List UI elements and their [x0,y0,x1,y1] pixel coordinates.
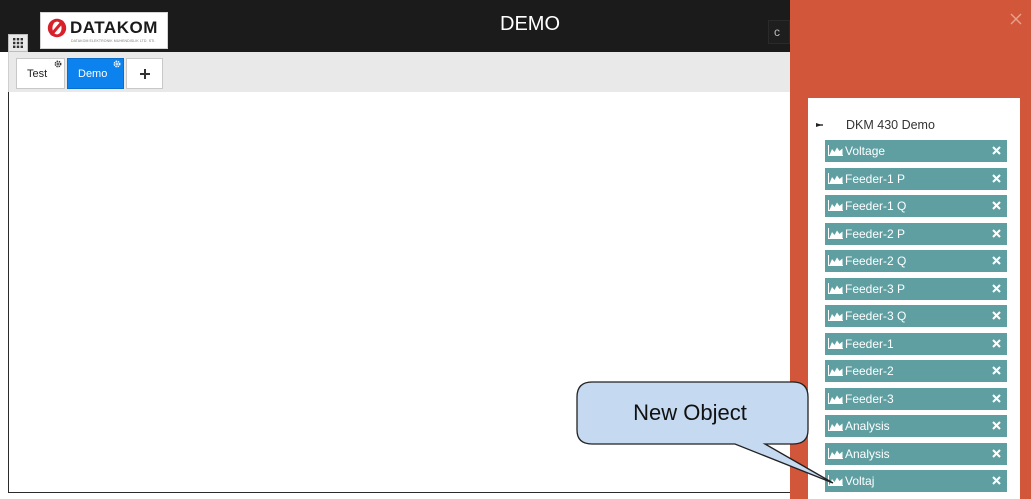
object-item[interactable]: Feeder-3 Q [825,305,1007,327]
chart-area-icon [828,227,843,239]
remove-icon[interactable] [992,421,1001,430]
object-item[interactable]: Feeder-3 P [825,277,1007,300]
chart-area-icon [828,392,843,404]
chart-area-icon [828,447,843,459]
object-item[interactable]: Feeder-1 P [825,167,1007,190]
object-side-panel: DKM 430 Demo Voltage Feeder-1 P Feeder-1… [790,0,1031,499]
logo-tagline: DATAKOM ELEKTRONIK MUHENDISLIK LTD. STI. [71,39,156,43]
chart-area-icon [828,255,843,266]
object-item[interactable]: Feeder-2 Q [825,250,1007,272]
callout-text: New Object [633,400,747,425]
close-icon[interactable] [1009,12,1023,26]
chart-area-icon [828,282,843,294]
remove-icon[interactable] [992,311,1001,320]
chart-area-icon [828,310,843,321]
object-item-label: Feeder-1 Q [845,199,907,213]
object-list-container: DKM 430 Demo Voltage Feeder-1 P Feeder-1… [808,98,1020,499]
search-input[interactable]: c [768,20,790,44]
chart-area-icon [828,145,843,156]
object-item-label: Feeder-2 P [845,226,906,241]
gear-icon[interactable] [54,60,62,68]
chart-area-icon [828,420,843,431]
add-tab-button[interactable] [126,58,163,89]
chart-area-icon [828,200,843,211]
logo-wordmark: DATAKOM [70,18,158,37]
object-item-label: Feeder-2 Q [845,254,907,268]
remove-icon[interactable] [992,283,1001,293]
object-item-label: Feeder-3 Q [845,309,907,323]
object-item[interactable]: Feeder-3 [825,387,1007,410]
object-item[interactable]: Feeder-2 P [825,222,1007,245]
object-item-label: Analysis [845,419,890,433]
remove-icon[interactable] [992,393,1001,403]
object-item-label: Feeder-1 P [845,171,906,186]
remove-icon[interactable] [992,256,1001,265]
datakom-logo[interactable]: DATAKOM DATAKOM ELEKTRONIK MUHENDISLIK L… [40,12,168,49]
object-item[interactable]: Feeder-2 [825,360,1007,382]
tab-demo[interactable]: Demo [67,58,124,89]
object-item-label: Feeder-2 [845,364,894,378]
object-list: Voltage Feeder-1 P Feeder-1 Q Feeder-2 P [825,140,1007,498]
chart-area-icon [828,365,843,376]
object-item-label: Analysis [845,446,890,461]
remove-icon[interactable] [992,366,1001,375]
chart-area-icon [828,337,843,349]
tree-node-label: DKM 430 Demo [846,118,935,132]
remove-icon[interactable] [992,338,1001,348]
object-item[interactable]: Analysis [825,415,1007,437]
plus-icon [139,68,150,79]
grid-menu-button[interactable] [8,34,28,52]
chart-area-icon [828,475,843,486]
remove-icon[interactable] [992,173,1001,183]
tab-label: Test [27,68,48,80]
remove-icon[interactable] [992,201,1001,210]
app-window: DATAKOM DATAKOM ELEKTRONIK MUHENDISLIK L… [0,0,1031,499]
gear-icon[interactable] [113,60,121,68]
chart-area-icon [828,172,843,184]
grid-icon [13,38,23,48]
remove-icon[interactable] [992,228,1001,238]
page-title: DEMO [500,13,560,35]
object-item-label: Feeder-1 [845,336,894,351]
object-item[interactable]: Feeder-1 [825,332,1007,355]
object-item-label: Feeder-3 P [845,281,906,296]
tree-node-device[interactable]: DKM 430 Demo [816,115,935,135]
object-item[interactable]: Voltaj [825,470,1007,492]
arrow-right-icon [816,123,823,127]
tab-test[interactable]: Test [16,58,65,89]
object-item-label: Voltaj [845,474,875,488]
remove-icon[interactable] [992,146,1001,155]
object-item[interactable]: Analysis [825,442,1007,465]
object-item[interactable]: Feeder-1 Q [825,195,1007,217]
object-item-label: Feeder-3 [845,391,894,406]
object-item[interactable]: Voltage [825,140,1007,162]
tab-label: Demo [78,68,108,80]
tab-strip: Test Demo [8,52,790,92]
remove-icon[interactable] [992,476,1001,485]
object-item-label: Voltage [845,144,886,158]
logo-mark-icon [47,18,67,38]
remove-icon[interactable] [992,448,1001,458]
